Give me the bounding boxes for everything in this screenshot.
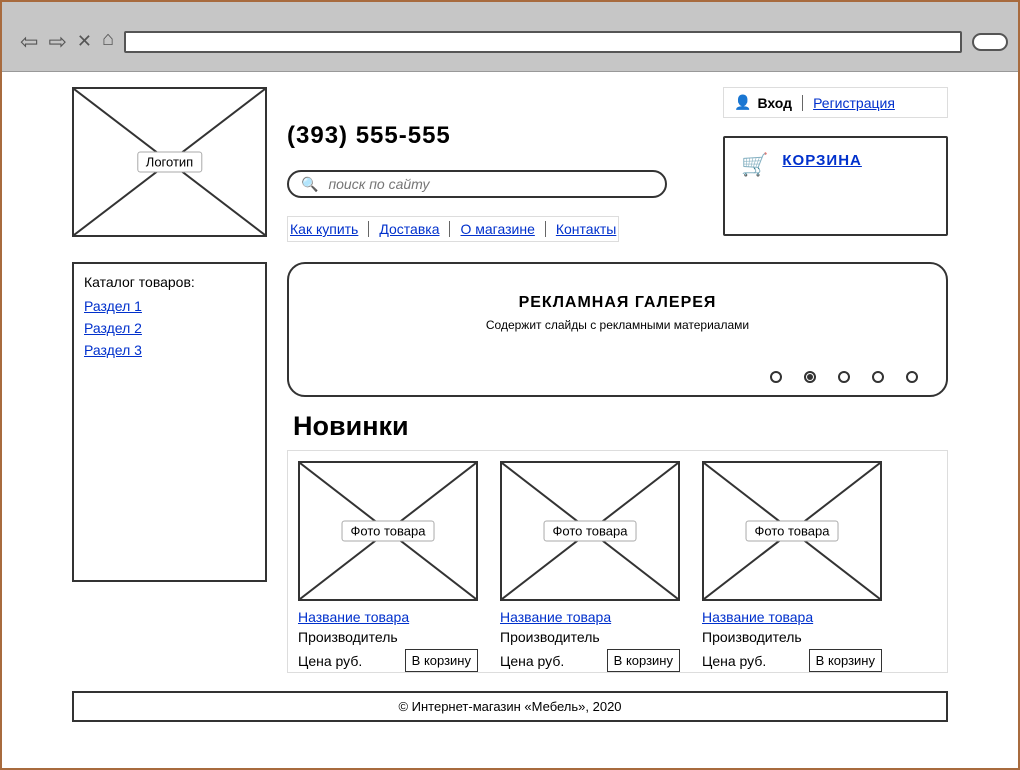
banner-dots xyxy=(770,371,918,383)
catalog-section-2[interactable]: Раздел 2 xyxy=(84,320,255,336)
back-button[interactable]: ⇦ xyxy=(20,29,38,55)
products-container: Фото товара Название товара Производител… xyxy=(287,450,948,673)
product-name-link[interactable]: Название товара xyxy=(500,609,611,625)
info-link-contacts[interactable]: Контакты xyxy=(556,221,616,237)
catalog-box: Каталог товаров: Раздел 1 Раздел 2 Разде… xyxy=(72,262,267,582)
banner-dot-4[interactable] xyxy=(872,371,884,383)
banner-subtitle: Содержит слайды с рекламными материалами xyxy=(289,318,946,332)
product-image-placeholder: Фото товара xyxy=(500,461,680,601)
forward-button[interactable]: ⇨ xyxy=(48,29,66,55)
cart-box[interactable]: 🛒 КОРЗИНА xyxy=(723,136,948,236)
home-button[interactable]: ⌂ xyxy=(102,28,114,51)
product-name-link[interactable]: Название товара xyxy=(298,609,409,625)
login-link[interactable]: Вход xyxy=(757,95,792,111)
catalog-section-1[interactable]: Раздел 1 xyxy=(84,298,255,314)
product-maker: Производитель xyxy=(702,629,882,645)
banner-dot-3[interactable] xyxy=(838,371,850,383)
product-photo-label: Фото товара xyxy=(544,521,637,542)
info-links-bar: Как купить Доставка О магазине Контакты xyxy=(287,216,619,242)
product-card: Фото товара Название товара Производител… xyxy=(702,461,882,672)
footer: © Интернет-магазин «Мебель», 2020 xyxy=(72,691,948,722)
banner-dot-1[interactable] xyxy=(770,371,782,383)
register-link[interactable]: Регистрация xyxy=(813,95,895,111)
banner-dot-5[interactable] xyxy=(906,371,918,383)
product-name-link[interactable]: Название товара xyxy=(702,609,813,625)
info-link-about[interactable]: О магазине xyxy=(460,221,534,237)
catalog-title: Каталог товаров: xyxy=(84,274,255,290)
product-image-placeholder: Фото товара xyxy=(298,461,478,601)
add-to-cart-button[interactable]: В корзину xyxy=(405,649,478,672)
logo-placeholder: Логотип xyxy=(72,87,267,237)
go-button[interactable] xyxy=(972,33,1008,51)
product-card: Фото товара Название товара Производител… xyxy=(298,461,478,672)
product-photo-label: Фото товара xyxy=(342,521,435,542)
product-image-placeholder: Фото товара xyxy=(702,461,882,601)
info-link-delivery[interactable]: Доставка xyxy=(379,221,439,237)
footer-text: © Интернет-магазин «Мебель», 2020 xyxy=(398,699,621,714)
product-maker: Производитель xyxy=(500,629,680,645)
product-photo-label: Фото товара xyxy=(746,521,839,542)
cart-link[interactable]: КОРЗИНА xyxy=(782,152,861,169)
search-input[interactable] xyxy=(326,175,653,193)
stop-button[interactable]: ✕ xyxy=(77,31,92,52)
browser-chrome: ⇦ ⇨ ✕ ⌂ xyxy=(2,2,1018,72)
banner-dot-2[interactable] xyxy=(804,371,816,383)
cart-icon: 🛒 xyxy=(741,152,768,178)
product-maker: Производитель xyxy=(298,629,478,645)
catalog-section-3[interactable]: Раздел 3 xyxy=(84,342,255,358)
search-icon: 🔍 xyxy=(301,176,318,193)
search-field[interactable]: 🔍 xyxy=(287,170,667,198)
phone-number: (393) 555-555 xyxy=(287,122,703,150)
product-card: Фото товара Название товара Производител… xyxy=(500,461,680,672)
add-to-cart-button[interactable]: В корзину xyxy=(809,649,882,672)
product-price: Цена руб. xyxy=(298,653,362,669)
add-to-cart-button[interactable]: В корзину xyxy=(607,649,680,672)
banner-title: РЕКЛАМНАЯ ГАЛЕРЕЯ xyxy=(289,294,946,312)
auth-bar: 👤 Вход Регистрация xyxy=(723,87,948,118)
url-bar[interactable] xyxy=(124,31,962,53)
promo-banner: РЕКЛАМНАЯ ГАЛЕРЕЯ Содержит слайды с рекл… xyxy=(287,262,948,397)
logo-label: Логотип xyxy=(137,152,202,173)
product-price: Цена руб. xyxy=(500,653,564,669)
user-icon: 👤 xyxy=(734,94,751,111)
new-products-title: Новинки xyxy=(293,411,948,442)
product-price: Цена руб. xyxy=(702,653,766,669)
info-link-how-to-buy[interactable]: Как купить xyxy=(290,221,358,237)
